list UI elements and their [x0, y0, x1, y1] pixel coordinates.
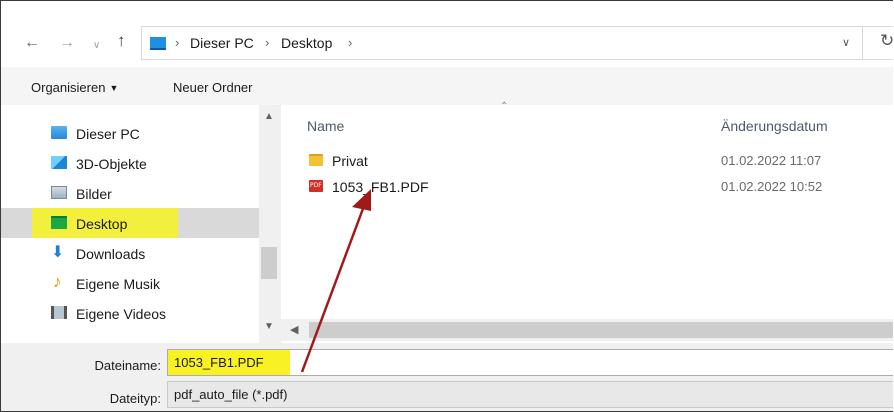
filename-value: 1053_FB1.PDF	[174, 355, 264, 370]
folder-icon	[309, 154, 323, 166]
up-arrow-icon[interactable]: ↑	[117, 32, 126, 49]
nav-item-downloads[interactable]: Downloads	[1, 238, 259, 268]
this-pc-icon	[51, 126, 67, 139]
breadcrumb-separator-icon[interactable]: ›	[265, 35, 269, 50]
nav-item-music[interactable]: Eigene Musik	[1, 268, 259, 298]
file-date: 01.02.2022 10:52	[721, 179, 823, 194]
address-divider	[862, 27, 863, 59]
filename-label: Dateiname:	[94, 358, 161, 373]
new-folder-button[interactable]: Neuer Ordner	[173, 80, 252, 95]
nav-item-this-pc[interactable]: Dieser PC	[1, 118, 259, 148]
filename-input[interactable]: 1053_FB1.PDF	[167, 349, 893, 376]
scroll-down-icon[interactable]: ▼	[264, 321, 274, 332]
scroll-up-icon[interactable]: ▲	[264, 111, 274, 122]
breadcrumb-desktop[interactable]: Desktop	[281, 35, 332, 51]
breadcrumb-this-pc[interactable]: Dieser PC	[190, 35, 254, 51]
file-dialog: ← → ∨ ↑ › Dieser PC › Desktop › ∨ ↻ Orga…	[0, 0, 893, 412]
videos-icon	[51, 306, 67, 319]
downloads-icon	[51, 242, 67, 262]
pdf-file-icon	[309, 180, 323, 192]
sort-ascending-icon: ⌃	[500, 101, 509, 112]
forward-arrow-icon[interactable]: →	[59, 35, 75, 51]
filetype-label: Dateityp:	[109, 391, 161, 406]
pictures-icon	[51, 186, 67, 199]
file-fields: Dateiname: 1053_FB1.PDF Dateityp: pdf_au…	[1, 343, 893, 411]
file-name: Privat	[332, 153, 368, 169]
nav-item-label: Dieser PC	[76, 126, 140, 142]
address-dropdown-chevron-icon[interactable]: ∨	[842, 36, 850, 49]
file-list: ⌃ Name Änderungsdatum Privat 01.02.2022 …	[281, 101, 893, 343]
nav-item-label: 3D-Objekte	[76, 156, 147, 172]
horizontal-scrollbar[interactable]: ◀	[281, 319, 893, 341]
file-row[interactable]: Privat 01.02.2022 11:07	[301, 149, 881, 173]
nav-scrollbar[interactable]: ▲ ▼	[259, 105, 279, 343]
breadcrumb-separator-icon[interactable]: ›	[175, 35, 179, 50]
back-arrow-icon[interactable]: ←	[24, 35, 40, 51]
this-pc-icon	[150, 37, 166, 50]
file-name: 1053_FB1.PDF	[332, 179, 429, 195]
filetype-select[interactable]: pdf_auto_file (*.pdf)	[167, 381, 893, 408]
column-header-date[interactable]: Änderungsdatum	[721, 118, 828, 134]
scrollbar-thumb[interactable]	[309, 322, 893, 338]
nav-item-videos[interactable]: Eigene Videos	[1, 298, 259, 328]
organize-label: Organisieren	[31, 80, 106, 95]
column-header-name[interactable]: Name	[307, 118, 344, 134]
scroll-left-icon[interactable]: ◀	[290, 323, 298, 336]
navigation-pane: Dieser PC 3D-Objekte Bilder Desktop Down…	[1, 105, 279, 343]
nav-item-label: Bilder	[76, 186, 112, 202]
nav-item-pictures[interactable]: Bilder	[1, 178, 259, 208]
file-row[interactable]: 1053_FB1.PDF 01.02.2022 10:52	[301, 175, 881, 199]
address-bar[interactable]: › Dieser PC › Desktop › ∨ ↻	[141, 26, 893, 60]
music-icon	[51, 272, 67, 292]
command-toolbar: Organisieren ▼ Neuer Ordner	[1, 67, 893, 106]
filetype-value: pdf_auto_file (*.pdf)	[174, 387, 288, 402]
3d-objects-icon	[51, 156, 67, 169]
breadcrumb-separator-icon[interactable]: ›	[348, 35, 352, 50]
nav-item-label: Eigene Musik	[76, 276, 161, 292]
nav-item-label: Downloads	[76, 246, 146, 262]
nav-item-label: Desktop	[76, 216, 128, 232]
dropdown-caret-icon: ▼	[109, 83, 119, 93]
navigation-bar: ← → ∨ ↑ › Dieser PC › Desktop › ∨ ↻	[1, 1, 893, 67]
scrollbar-thumb[interactable]	[261, 247, 277, 279]
refresh-icon[interactable]: ↻	[880, 31, 893, 51]
organize-button[interactable]: Organisieren ▼	[31, 80, 118, 95]
nav-item-3d-objects[interactable]: 3D-Objekte	[1, 148, 259, 178]
file-date: 01.02.2022 11:07	[721, 153, 822, 168]
recent-locations-chevron-icon[interactable]: ∨	[93, 38, 100, 54]
desktop-icon	[51, 216, 67, 229]
nav-item-label: Eigene Videos	[76, 306, 167, 322]
nav-item-desktop[interactable]: Desktop	[1, 208, 259, 238]
